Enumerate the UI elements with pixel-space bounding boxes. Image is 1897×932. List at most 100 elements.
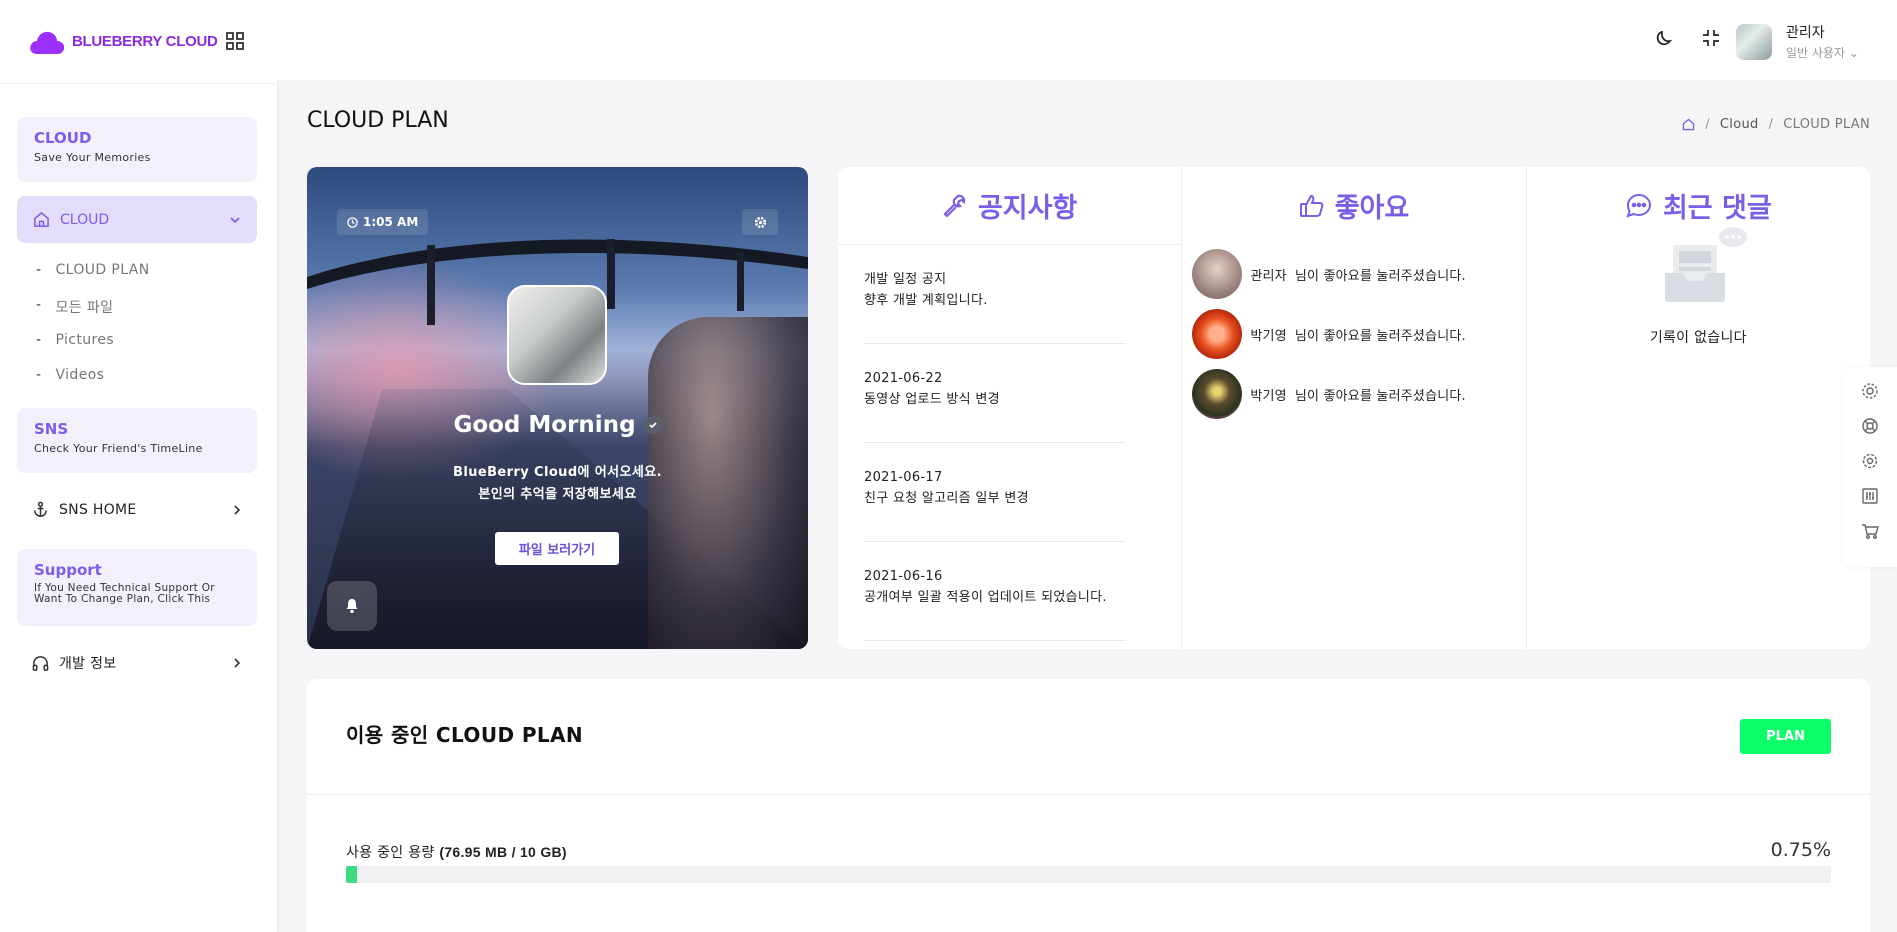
thumbs-up-icon	[1299, 194, 1324, 217]
cloud-section-title: CLOUD	[34, 129, 92, 147]
comments-empty-text: 기록이 없습니다	[1649, 330, 1747, 346]
breadcrumb-separator: /	[1768, 117, 1774, 132]
usage-progress-bar	[346, 866, 1831, 883]
brand-name: BLUEBERRY CLOUD	[72, 33, 218, 50]
notice-item[interactable]: 개발 일정 공지 향후 개발 계획입니다.	[864, 245, 1127, 344]
dark-mode-moon-icon[interactable]	[1655, 28, 1675, 52]
sidebar-item-cloud[interactable]: CLOUD	[17, 196, 257, 243]
headphones-icon	[32, 655, 49, 671]
topbar	[277, 0, 1897, 80]
usage-label: 사용 중인 용량 (76.95 MB / 10 GB)	[346, 842, 567, 862]
life-ring-icon[interactable]	[1861, 417, 1879, 435]
notice-item[interactable]: 2021-06-22 동영상 업로드 방식 변경	[864, 344, 1127, 443]
fullscreen-exit-icon[interactable]	[1701, 28, 1721, 52]
support-section-title: Support	[34, 561, 102, 579]
notice-text: 공개여부 일괄 적용이 업데이트 되었습니다.	[864, 590, 1107, 605]
usage-percent: 0.75%	[1770, 839, 1831, 861]
welcome-line-2: 본인의 추억을 저장해보세요	[478, 487, 637, 502]
welcome-message: BlueBerry Cloud에 어서오세요. 본인의 추억을 저장해보세요	[307, 462, 808, 506]
chevron-right-icon	[234, 504, 241, 515]
verified-check-icon	[643, 416, 662, 434]
user-role-text: 일반 사용자	[1786, 46, 1846, 60]
avatar	[1736, 23, 1772, 60]
sidebar-subitem-label: Pictures	[55, 332, 115, 348]
like-text: 님이 좋아요를 눌러주셨습니다.	[1294, 388, 1466, 404]
sidebar-subitem-cloud-plan[interactable]: - CLOUD PLAN	[36, 262, 150, 278]
notification-button[interactable]	[327, 581, 377, 631]
gear-icon[interactable]	[1861, 382, 1879, 400]
cloud-section-card: CLOUD Save Your Memories	[17, 117, 257, 182]
breadcrumb-link-cloud[interactable]: Cloud	[1720, 117, 1759, 132]
chevron-right-icon	[234, 658, 241, 668]
notice-header: 공지사항	[838, 167, 1181, 244]
sidebar-subitem-pictures[interactable]: - Pictures	[36, 332, 114, 348]
welcome-line-1: BlueBerry Cloud에 어서오세요.	[453, 465, 662, 480]
cloud-section-subtitle: Save Your Memories	[34, 151, 151, 164]
sidebar-subitem-label: Videos	[55, 367, 105, 383]
info-panel: 공지사항 개발 일정 공지 향후 개발 계획입니다. 2021-06-22 동영…	[838, 167, 1870, 649]
notice-item[interactable]: 2021-06-16 공개여부 일괄 적용이 업데이트 되었습니다.	[864, 542, 1127, 641]
divider	[307, 794, 1870, 795]
sidebar-subitem-label: 모든 파일	[55, 300, 114, 316]
view-files-button[interactable]: 파일 보러가기	[495, 532, 619, 565]
sidebar-item-label: CLOUD	[60, 211, 110, 228]
notice-column: 공지사항 개발 일정 공지 향후 개발 계획입니다. 2021-06-22 동영…	[838, 167, 1183, 649]
quick-toolbar	[1843, 367, 1897, 567]
usage-value: (76.95 MB / 10 GB)	[439, 844, 567, 860]
clock-icon	[347, 216, 358, 228]
avatar	[1192, 249, 1243, 299]
sidebar-subitem-all-files[interactable]: - 모든 파일	[36, 297, 113, 317]
list-item[interactable]: 박기영 님이 좋아요를 눌러주셨습니다.	[1192, 304, 1515, 364]
avatar	[1192, 309, 1243, 359]
like-user: 관리자	[1250, 268, 1287, 284]
plan-title: 이용 중인 CLOUD PLAN	[346, 723, 584, 747]
bell-icon	[346, 599, 358, 614]
cart-icon[interactable]	[1861, 522, 1879, 540]
chat-bubble-icon	[1626, 193, 1651, 218]
support-section-card[interactable]: Support If You Need Technical Support Or…	[17, 549, 257, 626]
notice-text: 친구 요청 알고리즘 일부 변경	[864, 491, 1029, 506]
plan-button[interactable]: PLAN	[1740, 719, 1831, 754]
breadcrumb-separator: /	[1705, 117, 1710, 132]
like-user: 박기영	[1250, 328, 1287, 344]
anchor-icon	[34, 501, 47, 517]
grid-menu-icon[interactable]	[226, 32, 244, 54]
brand-logo[interactable]: BLUEBERRY CLOUD	[28, 29, 218, 55]
user-menu[interactable]: 관리자 일반 사용자 ⌄	[1736, 22, 1859, 61]
clock-time: 1:05 AM	[363, 215, 419, 229]
like-text: 님이 좋아요를 눌러주셨습니다.	[1294, 328, 1466, 344]
avatar	[1192, 369, 1243, 419]
user-name: 관리자	[1786, 25, 1825, 41]
sidebar-item-dev-info[interactable]: 개발 정보	[32, 653, 242, 673]
list-item[interactable]: 관리자 님이 좋아요를 눌러주셨습니다.	[1192, 244, 1515, 304]
notice-item[interactable]: 2021-06-17 친구 요청 알고리즘 일부 변경	[864, 443, 1127, 542]
greeting-text: Good Morning	[453, 412, 636, 438]
settings-icon[interactable]	[1861, 452, 1879, 470]
sns-section-title: SNS	[34, 420, 69, 438]
notice-list: 개발 일정 공지 향후 개발 계획입니다. 2021-06-22 동영상 업로드…	[838, 244, 1182, 641]
page-title: CLOUD PLAN	[307, 108, 449, 133]
notice-text: 향후 개발 계획입니다.	[864, 293, 988, 308]
dash-icon: -	[36, 332, 42, 348]
sidebar-item-label: SNS HOME	[59, 501, 137, 518]
sidebar-item-sns-home[interactable]: SNS HOME	[32, 501, 242, 518]
cloud-logo-icon	[30, 31, 65, 54]
home-icon[interactable]	[1682, 118, 1695, 131]
gear-icon	[754, 216, 766, 228]
greeting: Good Morning	[307, 412, 808, 438]
dash-icon: -	[36, 297, 42, 313]
cloud-plan-card: 이용 중인 CLOUD PLAN PLAN 사용 중인 용량 (76.95 MB…	[307, 679, 1870, 932]
notice-date: 개발 일정 공지	[864, 272, 947, 287]
notice-date: 2021-06-16	[864, 569, 943, 584]
sliders-icon[interactable]	[1861, 487, 1879, 505]
sidebar: BLUEBERRY CLOUD CLOUD Save Your Memories…	[0, 0, 277, 932]
empty-inbox-icon	[1665, 227, 1748, 302]
sidebar-subitem-videos[interactable]: - Videos	[36, 367, 104, 383]
dash-icon: -	[36, 367, 42, 383]
profile-avatar[interactable]	[507, 285, 607, 385]
chevron-down-icon	[230, 216, 240, 223]
comments-column: 최근 댓글 기록이 없습니다	[1527, 167, 1870, 649]
list-item[interactable]: 박기영 님이 좋아요를 눌러주셨습니다.	[1192, 364, 1515, 424]
settings-button[interactable]	[742, 209, 778, 235]
breadcrumb-current: CLOUD PLAN	[1783, 117, 1870, 132]
